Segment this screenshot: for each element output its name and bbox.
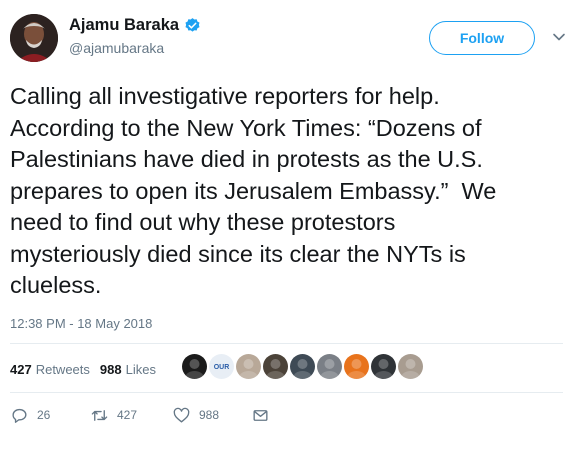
- liker-avatars: OUR: [182, 354, 423, 379]
- liker-avatar[interactable]: [182, 354, 207, 379]
- reply-icon: [12, 408, 27, 423]
- reply-button[interactable]: 26: [10, 404, 50, 426]
- follow-button[interactable]: Follow: [429, 21, 535, 55]
- svg-text:OUR: OUR: [214, 364, 230, 371]
- author-name[interactable]: Ajamu Baraka: [69, 16, 179, 35]
- liker-avatar[interactable]: [371, 354, 396, 379]
- tweet-text: Calling all investigative reporters for …: [10, 83, 497, 298]
- liker-avatar[interactable]: [290, 354, 315, 379]
- author-name-row[interactable]: Ajamu Baraka: [69, 16, 201, 35]
- chevron-down-icon[interactable]: [552, 30, 566, 44]
- heart-icon: [173, 407, 190, 423]
- liker-avatar[interactable]: [236, 354, 261, 379]
- divider: [10, 343, 563, 344]
- retweets-stat[interactable]: 427 Retweets: [10, 362, 90, 377]
- reply-count: 26: [37, 408, 51, 422]
- envelope-icon: [253, 409, 268, 421]
- likes-stat[interactable]: 988 Likes: [100, 362, 156, 377]
- direct-message-button[interactable]: [251, 404, 270, 426]
- author-avatar[interactable]: [10, 14, 58, 62]
- retweets-label: Retweets: [35, 361, 90, 377]
- engagement-stats: 427 Retweets 988 Likes: [10, 358, 156, 380]
- liker-avatar[interactable]: [398, 354, 423, 379]
- like-button[interactable]: 988: [172, 404, 219, 426]
- likes-label: Likes: [125, 361, 156, 377]
- liker-avatar[interactable]: OUR: [209, 354, 234, 379]
- like-count: 988: [199, 408, 220, 422]
- retweets-count: 427: [10, 361, 32, 377]
- liker-avatar[interactable]: [263, 354, 288, 379]
- divider: [10, 392, 563, 393]
- liker-avatar[interactable]: [344, 354, 369, 379]
- likes-count: 988: [99, 361, 122, 377]
- retweet-icon: [91, 409, 108, 421]
- verified-badge-icon: [184, 17, 201, 34]
- liker-avatar[interactable]: [317, 354, 342, 379]
- author-handle[interactable]: @ajamubaraka: [69, 40, 164, 56]
- retweet-count: 427: [117, 408, 138, 422]
- tweet-timestamp[interactable]: 12:38 PM - 18 May 2018: [10, 316, 152, 331]
- retweet-button[interactable]: 427: [90, 404, 137, 426]
